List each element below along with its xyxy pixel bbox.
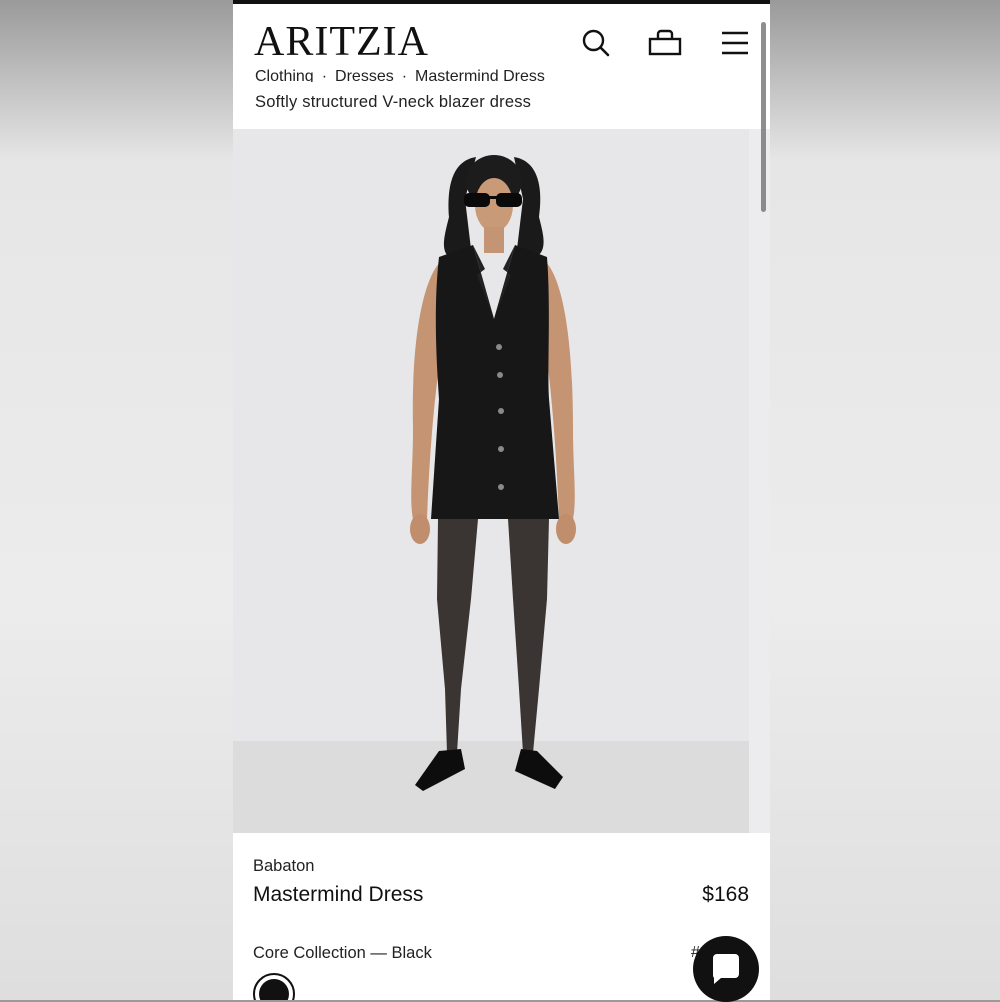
product-subtitle: Softly structured V-neck blazer dress	[255, 93, 532, 111]
chat-bubble-icon[interactable]	[693, 936, 759, 1002]
hamburger-menu-icon[interactable]	[718, 26, 752, 60]
product-image[interactable]	[233, 129, 770, 833]
color-swatch-black[interactable]	[253, 973, 295, 1000]
search-icon[interactable]	[579, 26, 613, 60]
brand-name[interactable]: Babaton	[253, 857, 314, 876]
product-name: Mastermind Dress	[253, 883, 424, 906]
breadcrumb: Clothing · Dresses · Mastermind Dress	[255, 68, 545, 82]
product-info: Babaton Mastermind Dress $168 Core Colle…	[233, 833, 770, 1000]
shopping-bag-icon[interactable]	[648, 26, 682, 60]
aritzia-logo[interactable]: ARITZIA	[254, 20, 429, 64]
model-figure	[410, 155, 576, 791]
scrollbar[interactable]	[761, 22, 766, 212]
color-label: Core Collection — Black	[253, 944, 432, 962]
breadcrumb-item-current: Mastermind Dress	[415, 68, 545, 82]
breadcrumb-item-dresses[interactable]: Dresses	[335, 68, 394, 82]
site-header: ARITZIA Clothing · Dresses · Mastermind Dres…	[233, 4, 770, 129]
product-price: $168	[702, 883, 749, 906]
product-page: ARITZIA Clothing · Dresses · Mastermind Dres…	[233, 0, 770, 1000]
breadcrumb-item-clothing[interactable]: Clothing	[255, 68, 314, 82]
